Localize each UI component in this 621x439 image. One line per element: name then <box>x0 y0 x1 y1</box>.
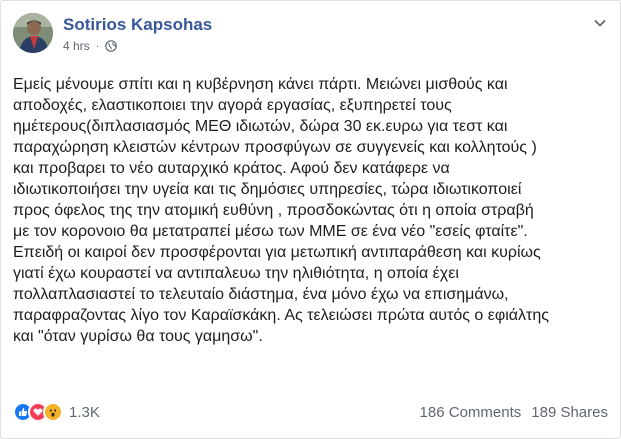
post-footer: 1.3K 186 Comments 189 Shares <box>13 397 608 427</box>
shares-link[interactable]: 189 Shares <box>531 404 608 421</box>
post-text-line: πολλαπλασιαστεί το τελευταίο διάστημα, έ… <box>13 286 509 303</box>
post-card: Sotirios Kapsohas 4 hrs · Εμείς μένουμε … <box>0 0 621 439</box>
post-text-line: γιατί έχω κουραστεί να αντιπαλευω την ηλ… <box>13 265 459 282</box>
post-text-line: με τον κορονοιο θα μετατραπεί μέσω των Μ… <box>13 223 528 240</box>
chevron-down-icon[interactable] <box>594 19 606 27</box>
post-text-line: και "όταν γυρίσω θα τους γαμησω". <box>13 328 263 345</box>
reaction-icons <box>13 402 63 422</box>
wow-icon <box>43 402 63 422</box>
post-text-line: και προβαρει το νέο αυταρχικό κράτος. Αφ… <box>13 160 450 177</box>
author-name[interactable]: Sotirios Kapsohas <box>63 15 212 35</box>
reactions-summary[interactable]: 1.3K <box>13 402 100 422</box>
post-text: Εμείς μένουμε σπίτι και η κυβέρνηση κάνε… <box>13 74 611 347</box>
post-text-line: παραχώρηση κλειστών κέντρων προσφύγων σε… <box>13 139 537 156</box>
post-text-line: ημέτερους(διπλασιασμός ΜΕΘ ιδιωτών, δώρα… <box>13 118 508 135</box>
post-text-line: παραφραζοντας λίγο τον Καραϊσκάκη. Ας τε… <box>13 307 549 324</box>
post-text-line: Εμείς μένουμε σπίτι και η κυβέρνηση κάνε… <box>13 76 508 93</box>
avatar-photo <box>13 13 53 53</box>
meta-separator: · <box>95 40 100 52</box>
comments-link[interactable]: 186 Comments <box>420 404 522 421</box>
author-avatar[interactable] <box>13 13 53 53</box>
post-text-line: αποδοχές, ελαστικοποιει την αγορά εργασί… <box>13 97 452 114</box>
post-timestamp[interactable]: 4 hrs <box>63 39 90 53</box>
globe-icon[interactable] <box>105 40 117 52</box>
post-text-line: Επειδή οι καιροί δεν προσφέρονται για με… <box>13 244 541 261</box>
post-meta: 4 hrs · <box>63 39 117 53</box>
engagement-counts: 186 Comments 189 Shares <box>420 404 608 421</box>
reaction-count: 1.3K <box>69 403 100 421</box>
post-text-line: προς όφελος της την ατομική ευθύνη , προ… <box>13 202 534 219</box>
post-text-line: ιδιωτικοποιήσει την υγεία και τις δημόσι… <box>13 181 522 198</box>
